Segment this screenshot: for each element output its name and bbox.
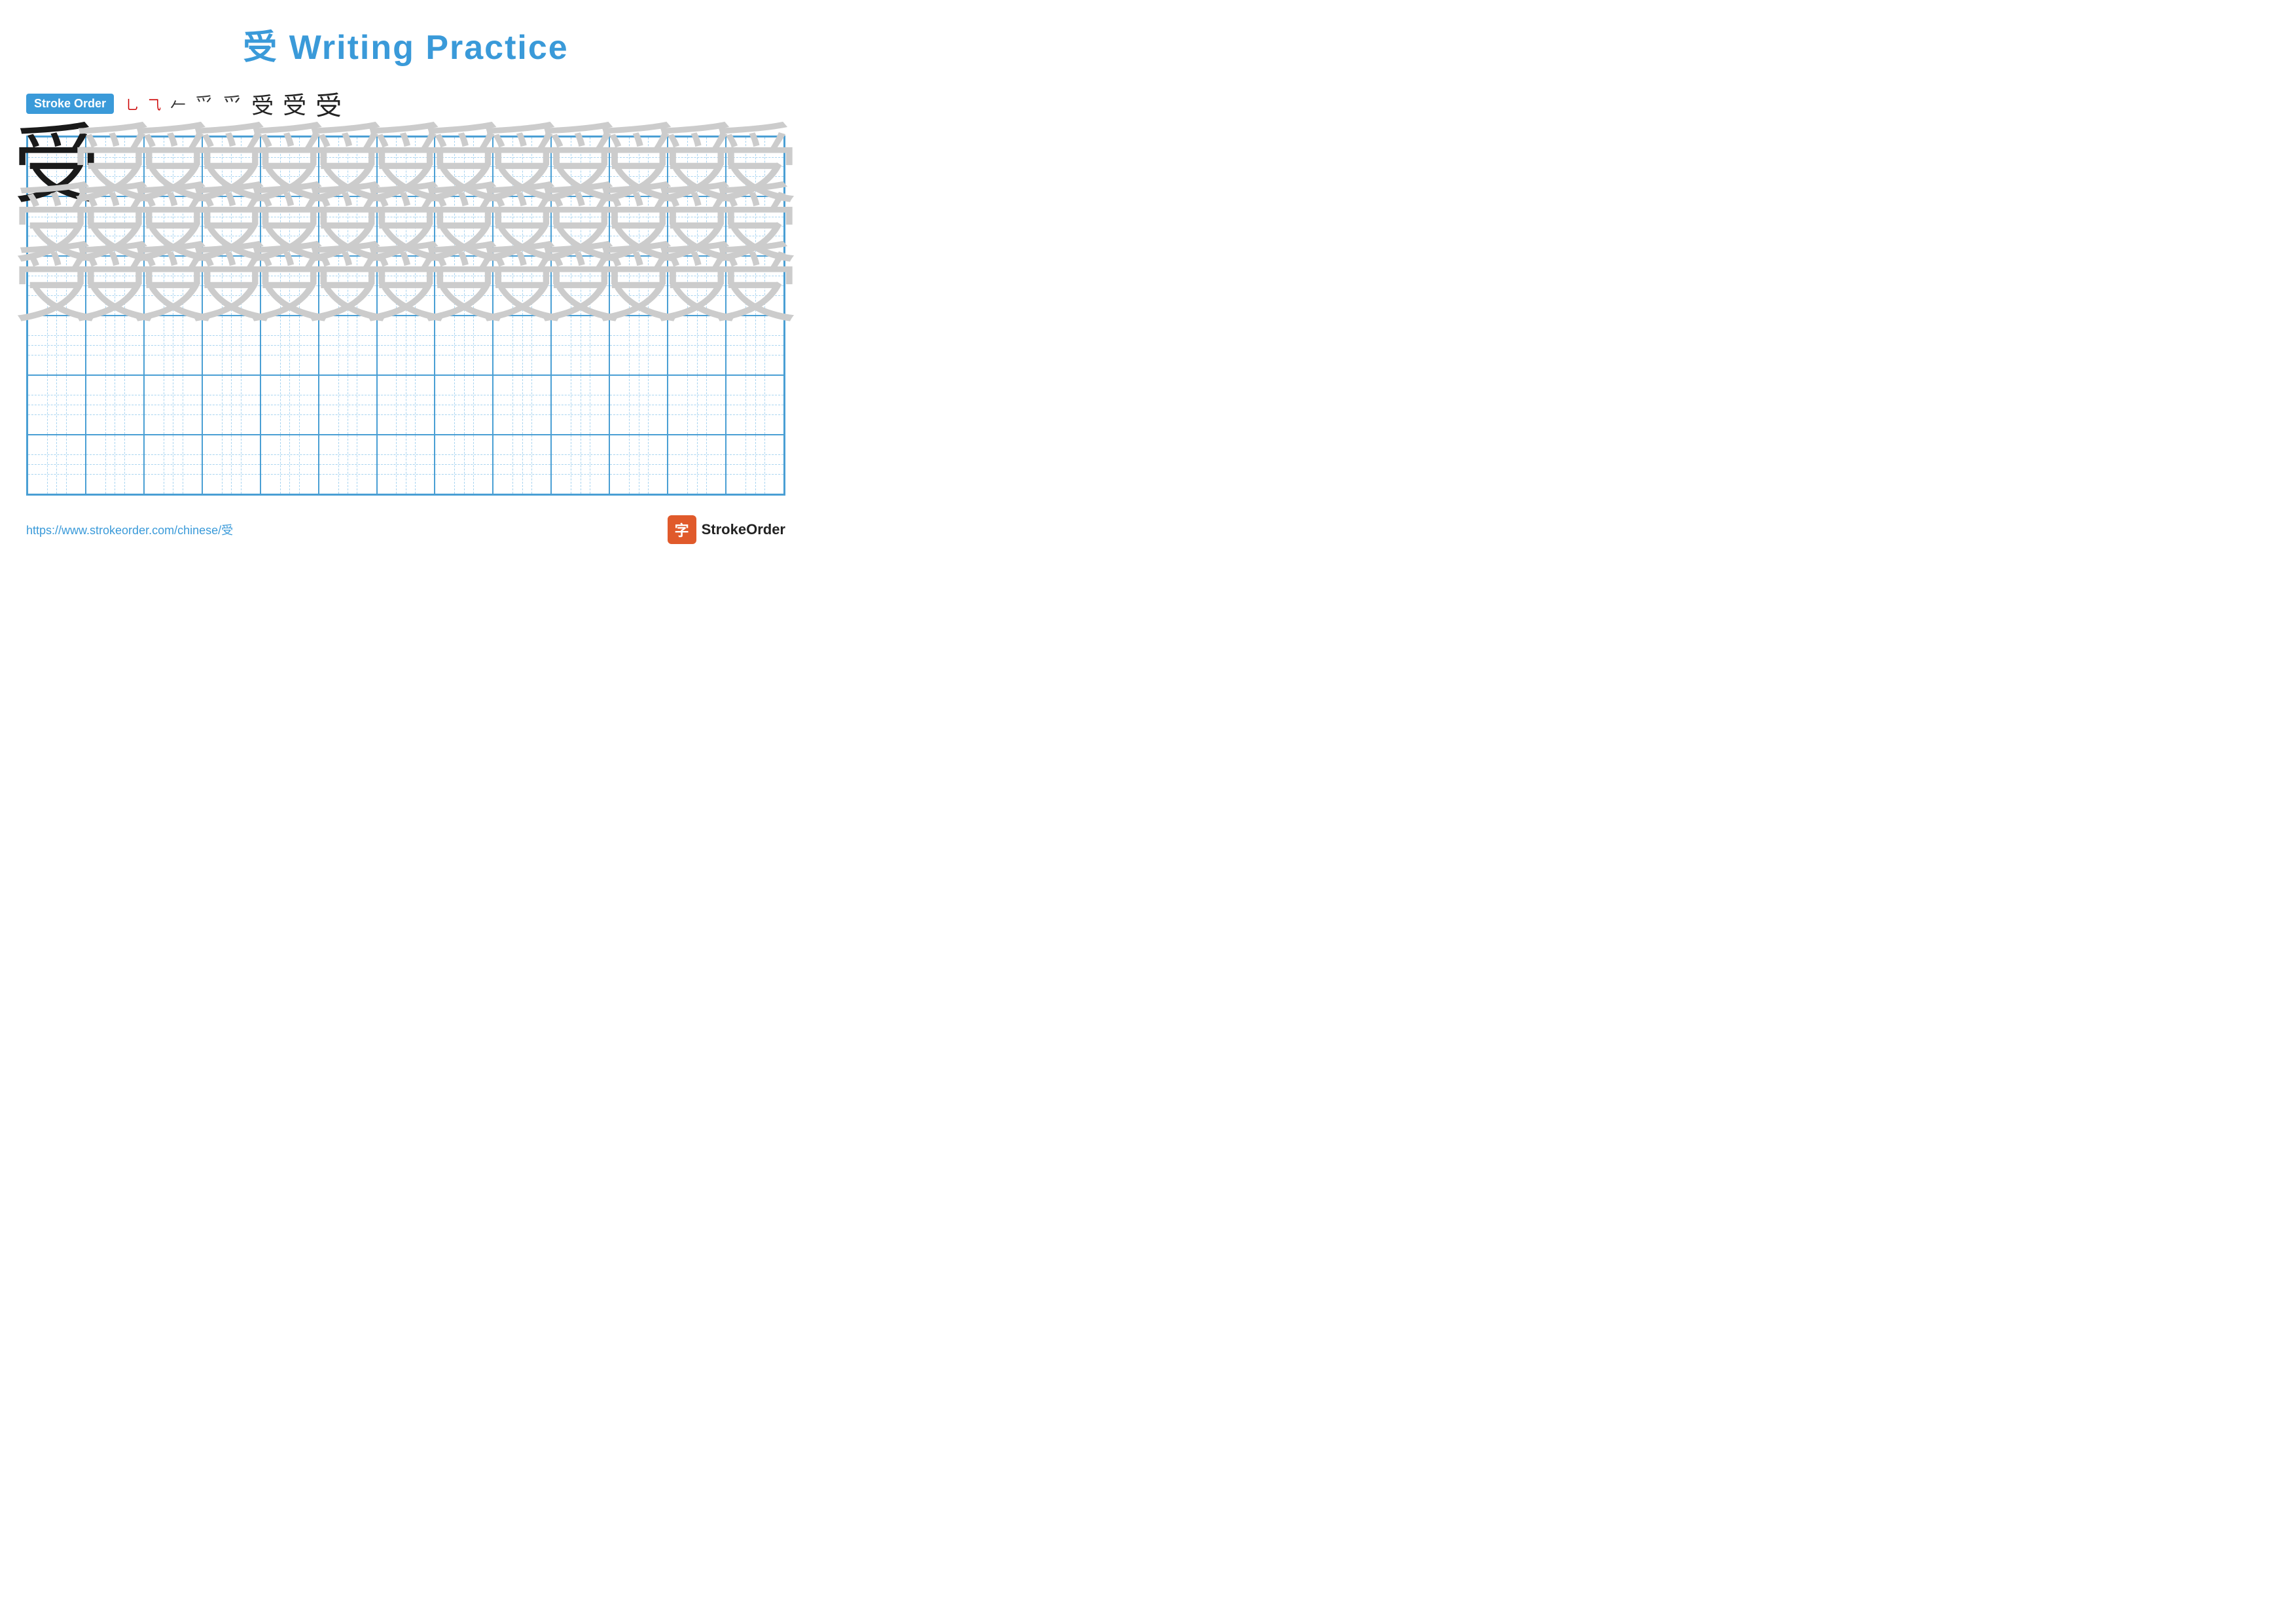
footer-url[interactable]: https://www.strokeorder.com/chinese/受 (26, 521, 233, 538)
grid-cell-r6-c3[interactable] (144, 435, 202, 494)
stroke-step-2: ⺄ (148, 94, 161, 113)
practice-char: 受 (711, 242, 798, 329)
grid-cell-r5-c8[interactable] (435, 375, 493, 435)
grid-cell-r6-c11[interactable] (609, 435, 668, 494)
stroke-step-6: 受 (251, 88, 274, 120)
stroke-step-5: 爫 (223, 89, 242, 118)
grid-cell-r6-c10[interactable] (551, 435, 609, 494)
stroke-step-4: 爫 (195, 90, 213, 117)
footer: https://www.strokeorder.com/chinese/受 字 … (26, 515, 785, 544)
grid-cell-r6-c9[interactable] (493, 435, 551, 494)
logo-text: StrokeOrder (702, 521, 785, 538)
stroke-step-8: 受 (315, 84, 342, 122)
grid-cell-r6-c4[interactable] (202, 435, 260, 494)
grid-cell-r6-c5[interactable] (260, 435, 319, 494)
grid-cell-r6-c13[interactable] (726, 435, 784, 494)
practice-grid: 受受受受受受受受受受受受受受受受受受受受受受受受受受受受受受受受受受受受受受受 (26, 136, 785, 496)
grid-cell-r5-c1[interactable] (27, 375, 86, 435)
grid-cell-r5-c9[interactable] (493, 375, 551, 435)
grid-cell-r5-c11[interactable] (609, 375, 668, 435)
grid-cell-r6-c1[interactable] (27, 435, 86, 494)
grid-cell-r5-c10[interactable] (551, 375, 609, 435)
grid-cell-r5-c3[interactable] (144, 375, 202, 435)
footer-logo: 字 StrokeOrder (668, 515, 785, 544)
grid-row-5 (27, 375, 784, 435)
grid-cell-r5-c7[interactable] (377, 375, 435, 435)
stroke-step-1: ⺃ (126, 94, 139, 113)
title-text: Writing Practice (278, 29, 568, 67)
grid-cell-r5-c6[interactable] (319, 375, 377, 435)
grid-cell-r5-c12[interactable] (668, 375, 726, 435)
grid-cell-r5-c2[interactable] (86, 375, 144, 435)
grid-cell-r3-c13[interactable]: 受 (726, 256, 784, 316)
grid-cell-r6-c8[interactable] (435, 435, 493, 494)
grid-cell-r6-c6[interactable] (319, 435, 377, 494)
stroke-sequence: ⺃ ⺄ 𠂉 爫 爫 受 受 受 (126, 84, 342, 122)
grid-cell-r5-c13[interactable] (726, 375, 784, 435)
logo-icon: 字 (668, 515, 696, 544)
grid-cell-r6-c2[interactable] (86, 435, 144, 494)
grid-cell-r6-c7[interactable] (377, 435, 435, 494)
grid-cell-r6-c12[interactable] (668, 435, 726, 494)
stroke-order-row: Stroke Order ⺃ ⺄ 𠂉 爫 爫 受 受 受 (26, 84, 785, 122)
stroke-step-3: 𠂉 (170, 92, 186, 115)
title-char: 受 (243, 29, 278, 67)
grid-cell-r5-c4[interactable] (202, 375, 260, 435)
grid-cell-r5-c5[interactable] (260, 375, 319, 435)
logo-char: 字 (675, 519, 689, 540)
page-title: 受 Writing Practice (26, 20, 785, 69)
grid-row-6 (27, 435, 784, 494)
grid-row-3: 受受受受受受受受受受受受受 (27, 256, 784, 316)
stroke-step-7: 受 (283, 86, 306, 120)
stroke-order-badge: Stroke Order (26, 94, 114, 114)
